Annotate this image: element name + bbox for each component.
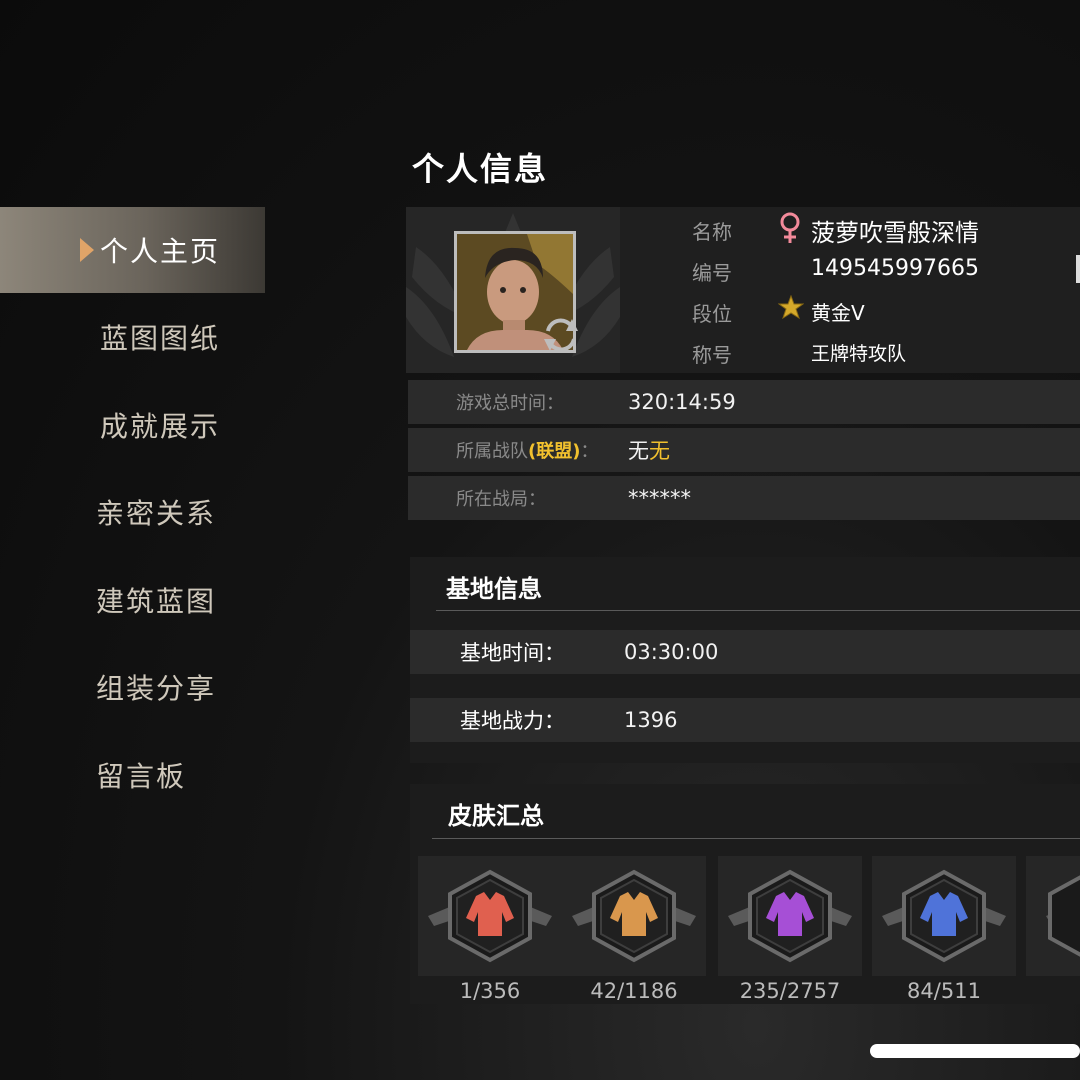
sidebar-item-message-board[interactable]: 留言板 — [0, 732, 265, 818]
base-power-value: 1396 — [624, 708, 678, 732]
divider — [432, 838, 1080, 839]
skins-title: 皮肤汇总 — [448, 802, 544, 830]
id-label: 编号 — [692, 261, 732, 285]
player-rank: 黄金V — [811, 301, 865, 325]
title-label: 称号 — [692, 343, 732, 367]
sidebar-item-label: 个人主页 — [100, 235, 221, 268]
team-value[interactable]: 无无 — [628, 435, 670, 465]
sidebar-item-achievements[interactable]: 成就展示 — [0, 382, 265, 468]
base-info-title: 基地信息 — [446, 575, 542, 603]
sidebar-item-label: 成就展示 — [100, 410, 221, 443]
skin-emblem-icon — [1046, 875, 1080, 957]
female-icon — [780, 212, 800, 243]
sidebar-item-label: 留言板 — [96, 760, 187, 793]
sidebar-item-label: 亲密关系 — [96, 497, 217, 530]
selected-arrow-icon — [80, 238, 94, 262]
playtime-label: 游戏总时间： — [456, 393, 564, 414]
page-title: 个人信息 — [412, 150, 549, 188]
match-row: 所在战局： ****** — [408, 476, 1080, 520]
team-value-text: 无 — [628, 439, 649, 463]
sidebar-item-label: 建筑蓝图 — [96, 585, 217, 618]
skin-tier-card[interactable] — [418, 856, 562, 976]
match-label: 所在战局： — [456, 489, 546, 510]
sidebar-item-assembly-share[interactable]: 组装分享 — [0, 644, 265, 730]
base-time-row: 基地时间： 03:30:00 — [410, 630, 1080, 674]
name-label: 名称 — [692, 220, 732, 244]
sidebar-item-label: 组装分享 — [96, 672, 217, 705]
team-row: 所属战队(联盟)： 无无 — [408, 428, 1080, 472]
base-time-label: 基地时间： — [460, 641, 565, 665]
jacket-skin-icon — [572, 869, 696, 963]
alliance-value-text: 无 — [649, 439, 670, 463]
gold-rank-icon — [778, 295, 804, 320]
playtime-value: 320:14:59 — [628, 390, 736, 414]
skin-tier-card[interactable] — [562, 856, 706, 976]
skin-count: 42/1186 — [590, 979, 678, 1003]
base-power-row: 基地战力： 1396 — [410, 698, 1080, 742]
skin-tier-card[interactable] — [872, 856, 1016, 976]
jacket-skin-icon — [428, 869, 552, 963]
sidebar-item-homepage[interactable]: 个人主页 — [0, 207, 265, 293]
sidebar-item-label: 蓝图图纸 — [100, 322, 221, 355]
team-label: 所属战队(联盟)： — [408, 437, 628, 463]
swap-avatar-icon[interactable] — [542, 317, 580, 353]
match-value: ****** — [628, 486, 691, 510]
jacket-skin-icon — [882, 869, 1006, 963]
home-indicator — [870, 1044, 1080, 1058]
skin-tier-card[interactable] — [718, 856, 862, 976]
skin-count: 84/511 — [907, 979, 981, 1003]
team-label-text: 所属战队 — [456, 441, 528, 462]
base-time-value: 03:30:00 — [624, 640, 719, 664]
scroll-indicator — [1076, 255, 1080, 283]
playtime-row: 游戏总时间： 320:14:59 — [408, 380, 1080, 424]
player-name: 菠萝吹雪般深情 — [811, 219, 979, 247]
alliance-tag: (联盟) — [528, 441, 581, 462]
sidebar-item-relationships[interactable]: 亲密关系 — [0, 469, 265, 555]
base-power-label: 基地战力： — [460, 709, 565, 733]
sidebar-item-building-blueprints[interactable]: 建筑蓝图 — [0, 557, 265, 643]
skin-tier-card-partial[interactable] — [1026, 856, 1080, 976]
skin-count: 235/2757 — [739, 979, 841, 1003]
team-label-colon: ： — [580, 441, 599, 462]
sidebar-item-blueprint-drawings[interactable]: 蓝图图纸 — [0, 294, 265, 380]
rank-emblem-background — [406, 207, 620, 373]
rank-label: 段位 — [692, 302, 732, 326]
profile-card: 名称 菠萝吹雪般深情 编号 149545997665 段位 黄金V 称号 王牌特… — [406, 207, 1080, 373]
player-title: 王牌特攻队 — [811, 343, 907, 365]
divider — [436, 610, 1080, 611]
skin-count: 1/356 — [459, 979, 521, 1003]
player-id: 149545997665 — [811, 256, 979, 281]
jacket-skin-icon — [728, 869, 852, 963]
